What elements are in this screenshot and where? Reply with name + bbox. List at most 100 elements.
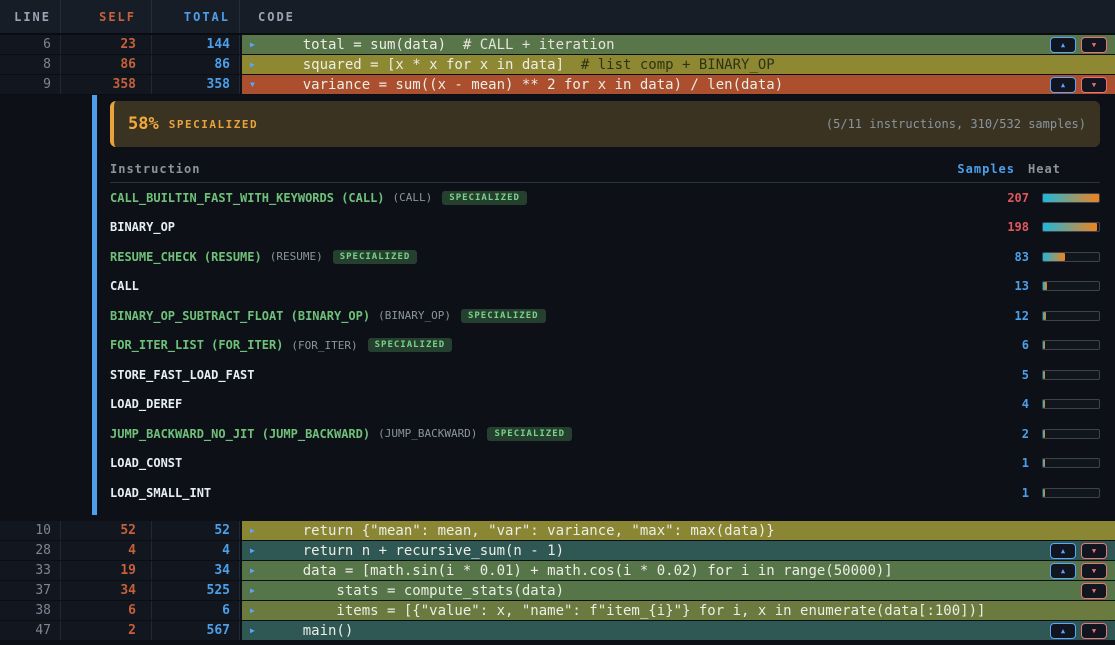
instruction-samples: 207 <box>959 191 1029 205</box>
line-number: 28 <box>0 541 61 560</box>
jump-down-button[interactable]: ▼ <box>1081 543 1107 559</box>
self-samples: 86 <box>61 55 152 74</box>
expander-icon[interactable]: ▼ <box>250 80 260 89</box>
expander-icon[interactable]: ▶ <box>250 606 260 615</box>
heat-bar <box>1042 281 1100 291</box>
column-header-line: LINE <box>0 0 61 33</box>
self-samples: 4 <box>61 541 152 560</box>
jump-up-button[interactable]: ▲ <box>1050 623 1076 639</box>
code-line-row: 37 34 525 ▶ stats = compute_stats(data) … <box>0 581 1115 601</box>
total-samples: 86 <box>152 55 240 74</box>
heat-bar <box>1042 340 1100 350</box>
code-cell[interactable]: ▶ return n + recursive_sum(n - 1) ▲▼ <box>242 541 1115 560</box>
code-cell[interactable]: ▶ stats = compute_stats(data) ▼ <box>242 581 1115 600</box>
instruction-cell: CALL_BUILTIN_FAST_WITH_KEYWORDS (CALL) (… <box>110 191 959 205</box>
instruction-base-name: (BINARY_OP) <box>378 309 451 322</box>
expander-icon[interactable]: ▶ <box>250 546 260 555</box>
column-header-code: CODE <box>240 0 1115 33</box>
heat-bar <box>1042 429 1100 439</box>
total-samples: 52 <box>152 521 240 540</box>
self-samples: 358 <box>61 75 152 94</box>
code-cell[interactable]: ▶ return {"mean": mean, "var": variance,… <box>242 521 1115 540</box>
code-text: items = [{"value": x, "name": f"item_{i}… <box>269 603 985 619</box>
code-comment: # CALL + iteration <box>446 37 615 53</box>
instruction-name: CALL <box>110 279 139 293</box>
instruction-name: RESUME_CHECK (RESUME) <box>110 250 262 264</box>
heat-bar <box>1042 488 1100 498</box>
jump-down-button[interactable]: ▼ <box>1081 77 1107 93</box>
expander-icon[interactable]: ▶ <box>250 60 260 69</box>
line-number: 37 <box>0 581 61 600</box>
instruction-row: BINARY_OP_SUBTRACT_FLOAT (BINARY_OP) (BI… <box>110 301 1100 331</box>
panel-body: 58% SPECIALIZED (5/11 instructions, 310/… <box>97 95 1115 521</box>
heat-bar <box>1042 222 1100 232</box>
code-line-row: 47 2 567 ▶ main() ▲▼ <box>0 621 1115 641</box>
code-line-row: 33 19 34 ▶ data = [math.sin(i * 0.01) + … <box>0 561 1115 581</box>
specialized-percent: 58% <box>128 114 159 134</box>
column-header-self: SELF <box>61 0 152 33</box>
jump-down-button[interactable]: ▼ <box>1081 37 1107 53</box>
heat-bar-fill <box>1043 371 1045 379</box>
column-header-samples: Samples <box>945 162 1015 176</box>
code-text: return {"mean": mean, "var": variance, "… <box>269 523 775 539</box>
jump-up-button[interactable]: ▲ <box>1050 543 1076 559</box>
panel-gutter <box>0 95 92 521</box>
instruction-samples: 83 <box>959 250 1029 264</box>
expander-icon[interactable]: ▶ <box>250 566 260 575</box>
code-cell[interactable]: ▶ main() ▲▼ <box>242 621 1115 640</box>
instruction-cell: LOAD_CONST <box>110 456 959 470</box>
instruction-base-name: (FOR_ITER) <box>291 339 357 352</box>
instruction-row: JUMP_BACKWARD_NO_JIT (JUMP_BACKWARD) (JU… <box>110 419 1100 449</box>
code-cell[interactable]: ▶ items = [{"value": x, "name": f"item_{… <box>242 601 1115 620</box>
code-cell[interactable]: ▼ variance = sum((x - mean) ** 2 for x i… <box>242 75 1115 94</box>
code-cell[interactable]: ▶ total = sum(data) # CALL + iteration ▲… <box>242 35 1115 54</box>
code-cell[interactable]: ▶ data = [math.sin(i * 0.01) + math.cos(… <box>242 561 1115 580</box>
instruction-cell: BINARY_OP_SUBTRACT_FLOAT (BINARY_OP) (BI… <box>110 309 959 323</box>
heat-bar <box>1042 193 1100 203</box>
code-text: main() <box>269 623 353 639</box>
instruction-base-name: (CALL) <box>393 191 433 204</box>
row-buttons: ▲▼ <box>1050 563 1107 579</box>
row-buttons: ▲▼ <box>1050 77 1107 93</box>
expander-icon[interactable]: ▶ <box>250 526 260 535</box>
jump-up-button[interactable]: ▲ <box>1050 77 1076 93</box>
expander-icon[interactable]: ▶ <box>250 40 260 49</box>
instruction-samples: 12 <box>959 309 1029 323</box>
self-samples: 2 <box>61 621 152 640</box>
jump-down-button[interactable]: ▼ <box>1081 623 1107 639</box>
instruction-name: LOAD_DEREF <box>110 397 182 411</box>
total-samples: 34 <box>152 561 240 580</box>
instruction-table-header: Instruction Samples Heat <box>110 159 1100 183</box>
instruction-samples: 2 <box>959 427 1029 441</box>
code-text: total = sum(data) <box>269 37 446 53</box>
line-number: 8 <box>0 55 61 74</box>
instruction-row: CALL 13 <box>110 272 1100 302</box>
instruction-name: JUMP_BACKWARD_NO_JIT (JUMP_BACKWARD) <box>110 427 370 441</box>
instruction-cell: STORE_FAST_LOAD_FAST <box>110 368 959 382</box>
instruction-row: BINARY_OP 198 <box>110 213 1100 243</box>
instruction-row: RESUME_CHECK (RESUME) (RESUME) SPECIALIZ… <box>110 242 1100 272</box>
line-number: 10 <box>0 521 61 540</box>
instruction-name: STORE_FAST_LOAD_FAST <box>110 368 255 382</box>
self-samples: 34 <box>61 581 152 600</box>
total-samples: 6 <box>152 601 240 620</box>
code-cell[interactable]: ▶ squared = [x * x for x in data] # list… <box>242 55 1115 74</box>
code-line-row: 9 358 358 ▼ variance = sum((x - mean) **… <box>0 75 1115 95</box>
code-line-row: 6 23 144 ▶ total = sum(data) # CALL + it… <box>0 35 1115 55</box>
heat-bar <box>1042 458 1100 468</box>
row-buttons: ▲▼ <box>1050 623 1107 639</box>
jump-up-button[interactable]: ▲ <box>1050 563 1076 579</box>
expander-icon[interactable]: ▶ <box>250 626 260 635</box>
code-rows-bottom: 10 52 52 ▶ return {"mean": mean, "var": … <box>0 521 1115 641</box>
code-line-row: 38 6 6 ▶ items = [{"value": x, "name": f… <box>0 601 1115 621</box>
line-number: 47 <box>0 621 61 640</box>
total-samples: 567 <box>152 621 240 640</box>
specialized-badge: SPECIALIZED <box>442 191 527 205</box>
expander-icon[interactable]: ▶ <box>250 586 260 595</box>
instruction-base-name: (JUMP_BACKWARD) <box>378 427 477 440</box>
total-samples: 144 <box>152 35 240 54</box>
heat-bar-fill <box>1043 253 1065 261</box>
jump-down-button[interactable]: ▼ <box>1081 583 1107 599</box>
jump-up-button[interactable]: ▲ <box>1050 37 1076 53</box>
jump-down-button[interactable]: ▼ <box>1081 563 1107 579</box>
